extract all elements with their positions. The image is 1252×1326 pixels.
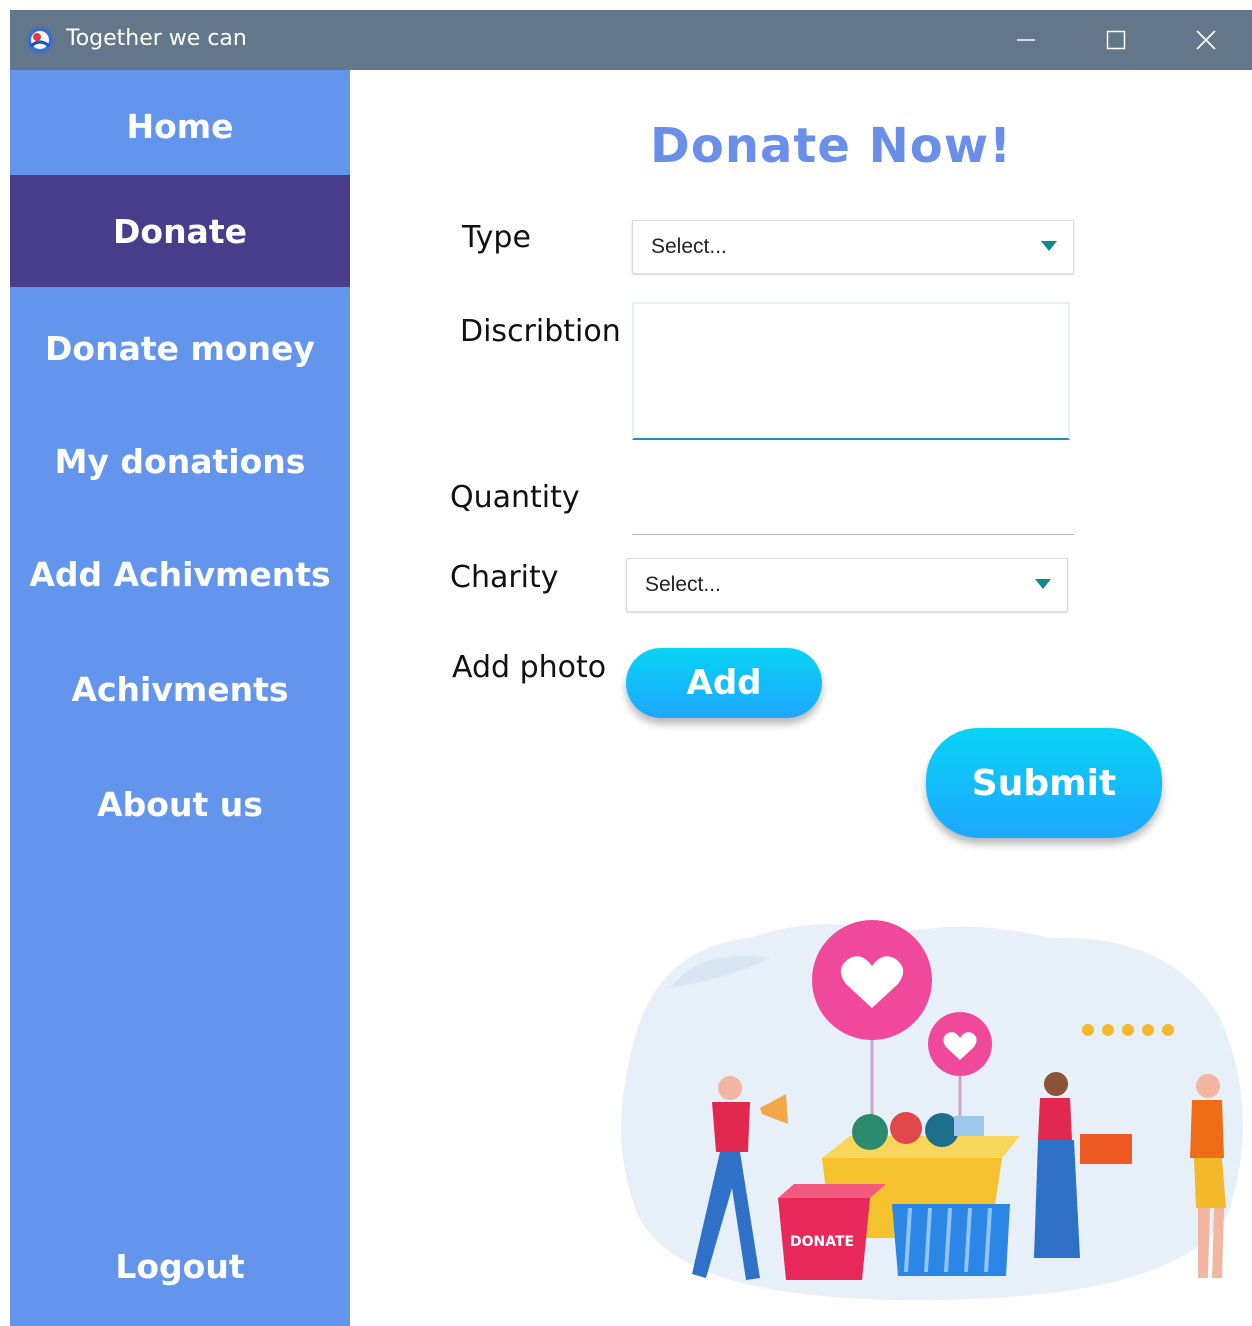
logout-button[interactable]: Logout — [10, 1210, 350, 1322]
app-logo-icon — [27, 27, 53, 53]
sidebar-item-add-achivments[interactable]: Add Achivments — [10, 518, 350, 630]
description-label: Discribtion — [460, 314, 621, 349]
minimize-icon — [1017, 39, 1035, 41]
type-select-value: Select... — [651, 235, 727, 258]
sidebar-item-my-donations[interactable]: My donations — [10, 405, 350, 517]
submit-button[interactable]: Submit — [926, 728, 1162, 838]
quantity-input[interactable] — [632, 490, 1074, 535]
sidebar-item-donate-money[interactable]: Donate money — [10, 292, 350, 404]
maximize-icon — [1106, 30, 1126, 50]
page-title: Donate Now! — [650, 118, 1012, 174]
sidebar-item-achivments[interactable]: Achivments — [10, 633, 350, 745]
sidebar-item-donate[interactable]: Donate — [10, 175, 350, 287]
add-photo-button[interactable]: Add — [626, 648, 822, 718]
donate-box-text: DONATE — [790, 1234, 854, 1250]
donation-illustration: DONATE — [621, 920, 1243, 1301]
add-photo-label: Add photo — [452, 650, 607, 685]
maximize-button[interactable] — [1070, 10, 1162, 70]
app-window: Together we can Home Donate Donate money… — [10, 10, 1252, 1326]
charity-select[interactable]: Select... — [626, 558, 1068, 612]
donate-form: Donate Now! Type Select... Discribtion Q… — [350, 70, 1252, 1326]
description-textarea[interactable] — [632, 302, 1070, 440]
sidebar-item-home[interactable]: Home — [10, 70, 350, 182]
blue-box — [892, 1204, 1010, 1276]
sidebar-item-about-us[interactable]: About us — [10, 748, 350, 860]
charity-select-value: Select... — [645, 573, 721, 596]
type-label: Type — [462, 220, 531, 255]
minimize-button[interactable] — [980, 10, 1072, 70]
charity-label: Charity — [450, 560, 559, 595]
close-button[interactable] — [1160, 10, 1252, 70]
chevron-down-icon — [1035, 579, 1051, 589]
type-select[interactable]: Select... — [632, 220, 1074, 274]
chevron-down-icon — [1041, 241, 1057, 251]
sidebar: Home Donate Donate money My donations Ad… — [10, 70, 350, 1326]
quantity-label: Quantity — [450, 480, 580, 515]
close-icon — [1196, 30, 1216, 50]
title-bar: Together we can — [10, 10, 1252, 70]
window-title: Together we can — [66, 26, 247, 51]
